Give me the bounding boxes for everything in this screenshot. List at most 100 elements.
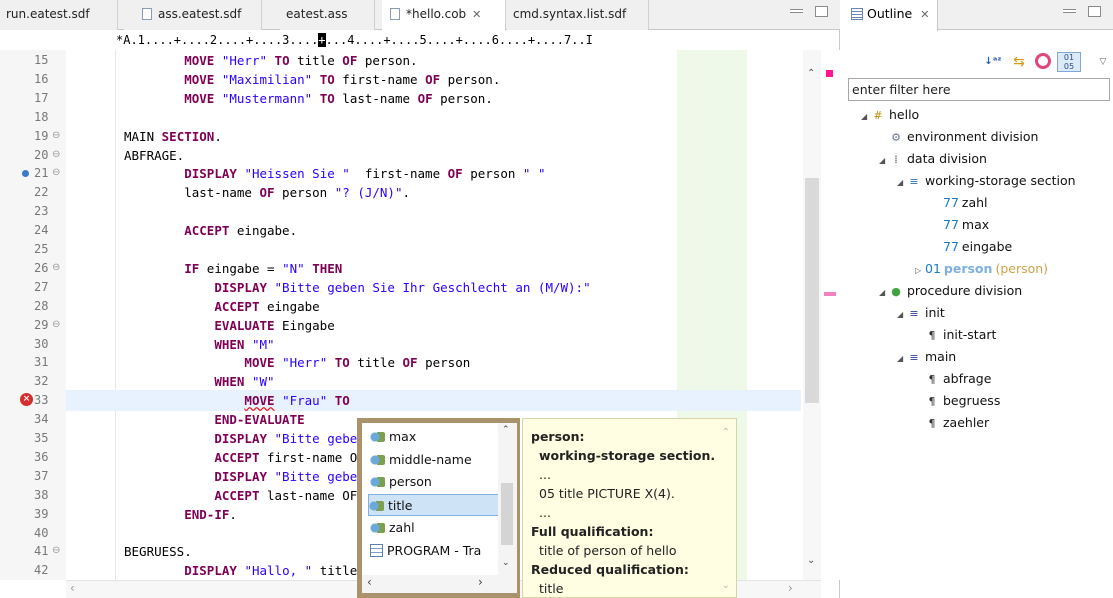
- maximize-icon[interactable]: [1088, 6, 1101, 17]
- working-storage-node[interactable]: ◢ ≡ working-storage section: [897, 170, 1076, 192]
- code-line[interactable]: [66, 239, 801, 260]
- tab-hello-cob[interactable]: *hello.cob ✕: [382, 0, 506, 31]
- filter-input[interactable]: enter filter here: [848, 78, 1110, 101]
- zaehler-node[interactable]: ¶ zaehler: [915, 412, 990, 434]
- main-node[interactable]: ◢ ≡ main: [897, 346, 956, 368]
- close-icon[interactable]: ✕: [472, 8, 481, 21]
- collapse-icon[interactable]: ◢: [861, 106, 871, 128]
- code-line[interactable]: WHEN "W": [66, 371, 801, 392]
- fold-collapse-icon[interactable]: ⊖: [52, 167, 62, 179]
- minimize-icon[interactable]: [790, 9, 803, 13]
- completion-item[interactable]: PROGRAM - Tra: [370, 540, 481, 562]
- line-number: 27: [34, 279, 49, 294]
- init-start-node[interactable]: ¶ init-start: [915, 324, 997, 346]
- fold-collapse-icon[interactable]: ⊖: [52, 262, 62, 274]
- keyword-token: OF: [342, 53, 358, 68]
- completion-list[interactable]: max middle-name person title zahl PROGRAM - T…: [357, 418, 520, 598]
- tab-outline[interactable]: Outline ✕: [843, 0, 939, 31]
- zahl-node[interactable]: 77 zahl: [933, 192, 988, 214]
- error-overview-marker[interactable]: [826, 70, 833, 77]
- init-node[interactable]: ◢ ≡ init: [897, 302, 945, 324]
- code-line[interactable]: MOVE "Herr" TO title OF person: [66, 352, 801, 373]
- collapse-icon[interactable]: ◢: [879, 282, 889, 304]
- procedure-division-node[interactable]: ◢ ● procedure division: [879, 280, 1022, 302]
- node-label: begruess: [943, 393, 1001, 408]
- tab-ass-eatest-sdf[interactable]: ass.eatest.sdf: [124, 0, 262, 30]
- scroll-down-icon[interactable]: ⌄: [502, 558, 510, 568]
- fold-collapse-icon[interactable]: ⊖: [52, 319, 62, 331]
- error-icon[interactable]: ×: [20, 393, 33, 407]
- collapse-icon[interactable]: ◢: [897, 172, 907, 194]
- max-node[interactable]: 77 max: [933, 214, 989, 236]
- data-division-node[interactable]: ◢ ⁞ data division: [879, 148, 987, 170]
- sort-icon[interactable]: ↓ᵃᶻ: [983, 52, 1003, 72]
- code-line[interactable]: DISPLAY "Heissen Sie " first-name OF per…: [66, 163, 801, 184]
- code-line[interactable]: MAIN SECTION.: [66, 126, 801, 147]
- scrollbar-thumb[interactable]: [501, 483, 513, 545]
- expand-icon[interactable]: ▷: [915, 260, 925, 282]
- scrollbar-thumb[interactable]: [805, 178, 819, 403]
- program-node[interactable]: ◢ # hello: [861, 104, 919, 126]
- code-line[interactable]: ACCEPT eingabe.: [66, 220, 801, 241]
- link-with-editor-icon[interactable]: ⇆: [1009, 52, 1029, 72]
- focus-target-icon[interactable]: [1033, 52, 1053, 72]
- code-line[interactable]: DISPLAY "Bitte geben Sie Ihr Geschlecht …: [66, 277, 801, 298]
- tab-run-eatest-sdf[interactable]: run.eatest.sdf: [0, 0, 118, 30]
- tab-cmd-syntax-list-sdf[interactable]: cmd.syntax.list.sdf: [507, 0, 649, 30]
- abfrage-node[interactable]: ¶ abfrage: [915, 368, 992, 390]
- scroll-left-icon[interactable]: ‹: [70, 581, 75, 595]
- keyword-token: DISPLAY: [214, 279, 267, 295]
- collapse-icon[interactable]: ◢: [897, 304, 907, 326]
- error-overview-marker[interactable]: [824, 292, 836, 296]
- completion-hscrollbar[interactable]: ‹ ›: [362, 575, 517, 593]
- tab-eatest-ass[interactable]: eatest.ass: [280, 0, 375, 30]
- environment-division-node[interactable]: ⚙ environment division: [879, 126, 1038, 148]
- code-line[interactable]: MOVE "Maximilian" TO first-name OF perso…: [66, 69, 801, 90]
- code-line[interactable]: MOVE "Mustermann" TO last-name OF person…: [66, 88, 801, 109]
- breakpoint-icon[interactable]: [22, 170, 29, 178]
- collapse-icon[interactable]: ◢: [897, 348, 907, 370]
- show-levels-icon[interactable]: 01 05: [1057, 52, 1081, 72]
- scroll-down-icon[interactable]: ⌄: [722, 576, 730, 595]
- code-line[interactable]: MOVE "Herr" TO title OF person.: [66, 50, 801, 71]
- code-line[interactable]: [66, 201, 801, 222]
- scroll-right-icon[interactable]: ›: [788, 581, 793, 595]
- fold-collapse-icon[interactable]: ⊖: [52, 545, 62, 557]
- editor-vertical-scrollbar[interactable]: ⌃ ⌄: [803, 50, 821, 580]
- minimize-icon[interactable]: [1063, 9, 1076, 13]
- maximize-icon[interactable]: [815, 6, 828, 17]
- completion-item[interactable]: zahl: [370, 517, 415, 539]
- node-label: zaehler: [943, 415, 990, 430]
- completion-scrollbar[interactable]: ⌃ ⌄: [498, 423, 517, 575]
- scroll-up-icon[interactable]: ⌃: [807, 68, 815, 79]
- collapse-icon[interactable]: ◢: [879, 150, 889, 172]
- line-number: 17: [34, 90, 49, 105]
- completion-item[interactable]: max: [370, 426, 416, 448]
- code-line[interactable]: MOVE "Frau" TO: [66, 390, 801, 412]
- code-line[interactable]: EVALUATE Eingabe: [66, 315, 801, 336]
- eingabe-node[interactable]: 77 eingabe: [933, 236, 1012, 258]
- code-line[interactable]: last-name OF person "? (J/N)".: [66, 182, 801, 203]
- close-icon[interactable]: ✕: [920, 8, 929, 21]
- scroll-up-icon[interactable]: ⌃: [502, 425, 510, 435]
- code-line[interactable]: ACCEPT eingabe: [66, 296, 801, 317]
- fold-collapse-icon[interactable]: ⊖: [52, 149, 62, 161]
- code-line[interactable]: ABFRAGE.: [66, 145, 801, 166]
- scroll-right-icon[interactable]: ›: [478, 575, 483, 589]
- code-line[interactable]: [66, 107, 801, 128]
- scroll-left-icon[interactable]: ‹: [367, 575, 372, 589]
- code-line[interactable]: WHEN "M": [66, 334, 801, 355]
- begruess-node[interactable]: ¶ begruess: [915, 390, 1001, 412]
- completion-item[interactable]: person: [370, 471, 432, 493]
- completion-item[interactable]: title: [368, 494, 504, 517]
- scroll-up-icon[interactable]: ⌃: [722, 423, 730, 442]
- code-line[interactable]: IF eingabe = "N" THEN: [66, 258, 801, 279]
- scroll-down-icon[interactable]: ⌄: [807, 555, 815, 566]
- completion-item[interactable]: middle-name: [370, 449, 472, 471]
- view-menu-icon[interactable]: ▽: [1093, 52, 1113, 72]
- person-node[interactable]: ▷ 01 person (person): [915, 258, 1048, 280]
- fold-collapse-icon[interactable]: ⊖: [52, 130, 62, 142]
